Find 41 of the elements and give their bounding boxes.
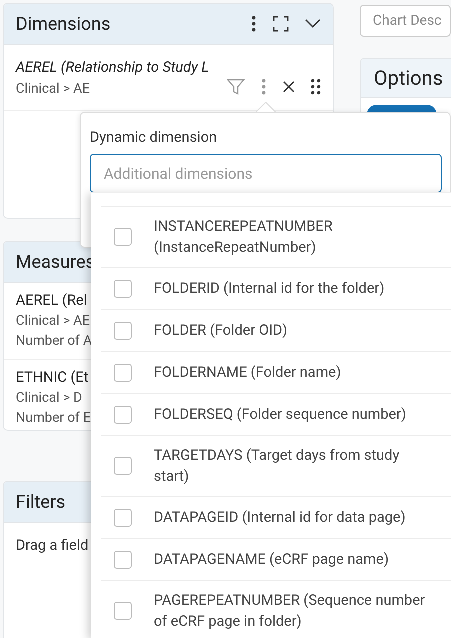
checkbox[interactable] — [114, 508, 132, 526]
checkbox[interactable] — [114, 457, 132, 475]
option-label[interactable]: INSTANCEREPEATNUMBER (InstanceRepeatNumber) — [154, 216, 434, 258]
checkbox[interactable] — [114, 550, 132, 568]
option-label[interactable]: FOLDERSEQ (Folder sequence number) — [154, 404, 434, 425]
field-name: ETHNIC (Et — [16, 369, 89, 386]
checkbox[interactable] — [114, 364, 132, 382]
field-path: Clinical > D — [16, 390, 82, 406]
checkbox[interactable] — [114, 602, 132, 620]
measure-aggregate: Number of A — [16, 333, 92, 349]
option-label[interactable]: PAGEREPEATNUMBER (Sequence number of eCRF page in folder) — [154, 590, 434, 632]
chart-description-field[interactable]: Chart Desc — [360, 5, 451, 37]
option-label[interactable]: FOLDERID (Internal id for the folder) — [154, 278, 434, 299]
checkbox[interactable] — [114, 228, 132, 246]
panel-title: Filters — [16, 492, 66, 512]
option-label[interactable]: DATAPAGENAME (eCRF page name) — [154, 549, 434, 570]
drop-hint: Drag a field — [16, 537, 89, 554]
panel-title: Dimensions — [16, 14, 111, 34]
drag-handle-icon[interactable] — [311, 78, 321, 94]
field-name: AEREL (Relationship to Study L — [16, 58, 210, 76]
close-icon[interactable] — [283, 80, 295, 92]
filter-icon[interactable] — [227, 78, 245, 96]
popover-arrow-icon[interactable] — [256, 102, 276, 113]
field-path: Clinical > AE — [16, 313, 90, 329]
option-label[interactable]: DATAPAGEID (Internal id for data page) — [154, 507, 434, 528]
checkbox[interactable] — [114, 322, 132, 340]
option-label[interactable]: TARGETDAYS (Target days from study start) — [154, 445, 434, 487]
checkbox[interactable] — [114, 406, 132, 424]
field-label: Dynamic dimension — [90, 129, 218, 146]
checkbox[interactable] — [114, 280, 132, 298]
measure-aggregate: Number of E — [16, 410, 91, 426]
option-label[interactable]: FOLDER (Folder OID) — [154, 320, 434, 341]
expand-icon[interactable] — [273, 16, 289, 32]
more-icon[interactable] — [251, 15, 257, 33]
chevron-down-icon[interactable] — [305, 19, 321, 29]
option-label[interactable]: FOLDERNAME (Folder name) — [154, 362, 434, 383]
field-path: Clinical > AE — [16, 80, 90, 96]
panel-title: Options — [374, 66, 444, 90]
field-name: AEREL (Rel — [16, 292, 88, 309]
panel-title: Measures — [16, 252, 96, 272]
dimension-search-field[interactable]: Additional dimensions — [90, 154, 442, 193]
